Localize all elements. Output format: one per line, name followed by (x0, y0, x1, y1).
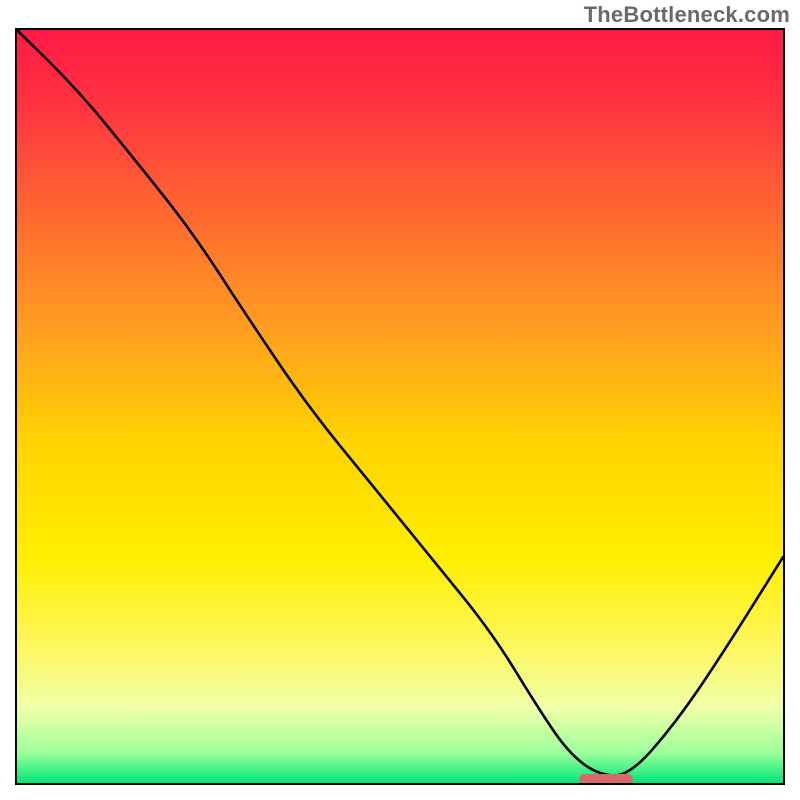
curve-layer (17, 30, 783, 783)
optimal-range-marker (579, 774, 633, 784)
plot-area (15, 28, 785, 785)
bottleneck-curve (17, 30, 783, 775)
watermark-text: TheBottleneck.com (584, 2, 790, 28)
